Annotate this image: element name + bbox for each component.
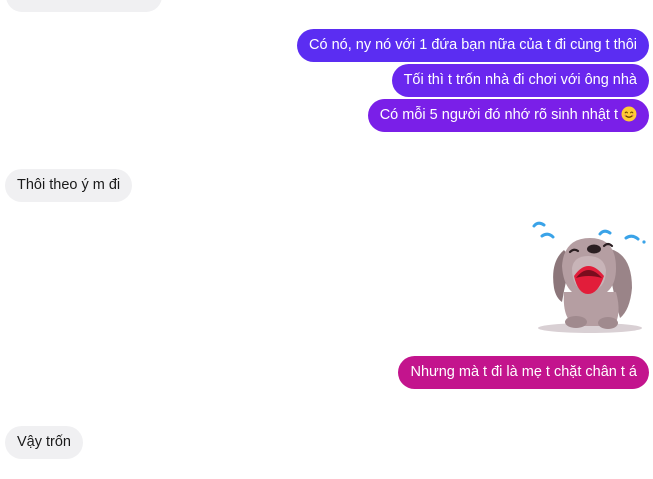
chat-thread: Có nó, ny nó với 1 đứa bạn nữa của t đi … (0, 0, 653, 479)
smiling-face-icon (621, 106, 637, 122)
message-text: Thôi theo ý m đi (17, 177, 121, 193)
previous-message-bubble[interactable] (6, 0, 162, 12)
message-text: Nhưng mà t đi là mẹ t chặt chân t á (410, 364, 637, 380)
message-text: Có mỗi 5 người đó nhớ rõ sinh nhật t (379, 107, 618, 123)
outgoing-message-bubble[interactable]: Có nó, ny nó với 1 đứa bạn nữa của t đi … (297, 29, 649, 62)
outgoing-message-bubble[interactable]: Tối thì t trốn nhà đi chơi với ông nhà (391, 64, 649, 97)
message-text: Có nó, ny nó với 1 đứa bạn nữa của t đi … (309, 37, 637, 53)
outgoing-message-bubble[interactable]: Có mỗi 5 người đó nhớ rõ sinh nhật t (367, 99, 649, 132)
incoming-message-bubble[interactable]: Thôi theo ý m đi (5, 169, 133, 202)
message-text: Tối thì t trốn nhà đi chơi với ông nhà (403, 72, 637, 88)
message-text: Vậy trốn (17, 434, 71, 450)
outgoing-message-bubble[interactable]: Nhưng mà t đi là mẹ t chặt chân t á (398, 356, 649, 389)
crying-dog-sticker[interactable] (528, 218, 648, 338)
incoming-message-bubble[interactable]: Vậy trốn (5, 426, 83, 459)
